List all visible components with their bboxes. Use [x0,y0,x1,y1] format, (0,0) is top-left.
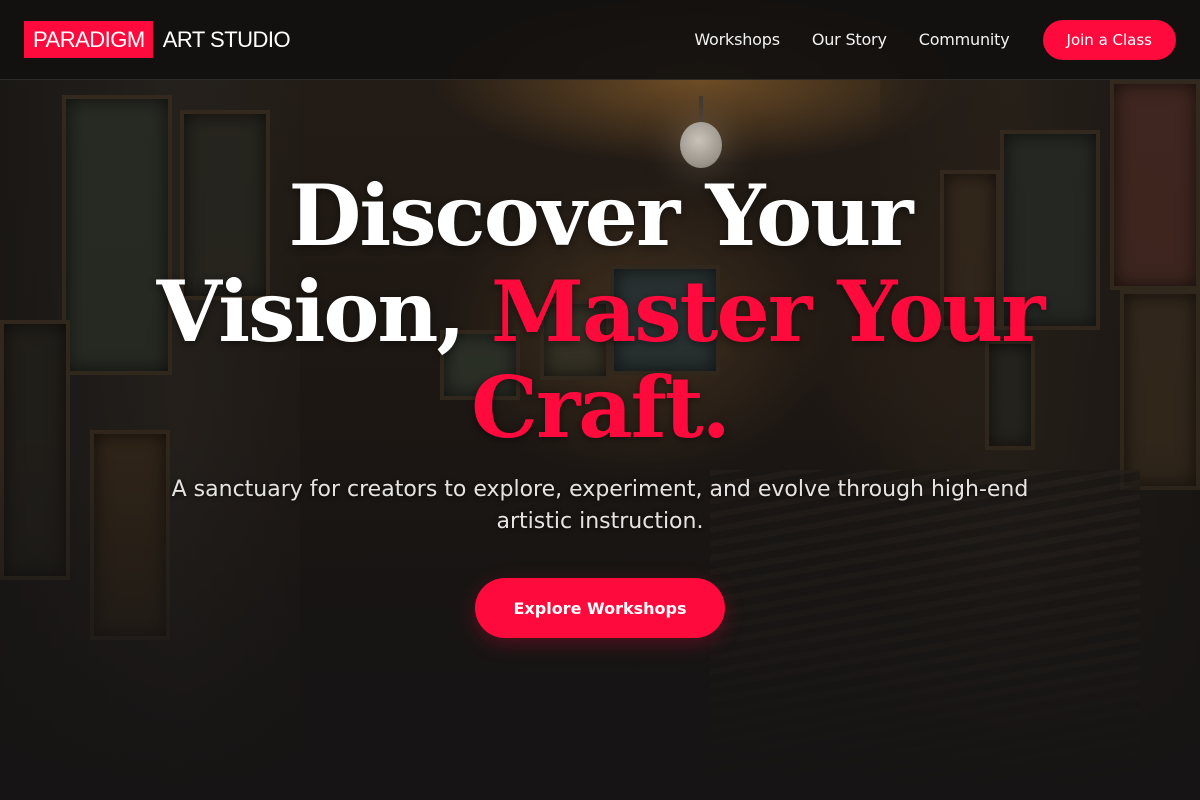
main-nav: Workshops Our Story Community Join a Cla… [694,19,1176,60]
nav-link-workshops[interactable]: Workshops [694,30,780,49]
brand-logo[interactable]: PARADIGM ART STUDIO [24,21,291,58]
nav-link-our-story[interactable]: Our Story [812,30,887,49]
headline-accent: Master Your Craft. [471,262,1045,457]
explore-workshops-button[interactable]: Explore Workshops [475,578,725,638]
hero-section: Discover Your Vision, Master Your Craft.… [0,80,1200,800]
site-header: PARADIGM ART STUDIO Workshops Our Story … [0,0,1200,80]
hero-headline: Discover Your Vision, Master Your Craft. [150,168,1050,456]
hero-subheadline: A sanctuary for creators to explore, exp… [171,477,1029,534]
brand-mark: PARADIGM [24,21,153,58]
nav-link-community[interactable]: Community [919,30,1010,49]
brand-name: ART STUDIO [162,26,291,52]
join-class-button[interactable]: Join a Class [1042,19,1176,60]
